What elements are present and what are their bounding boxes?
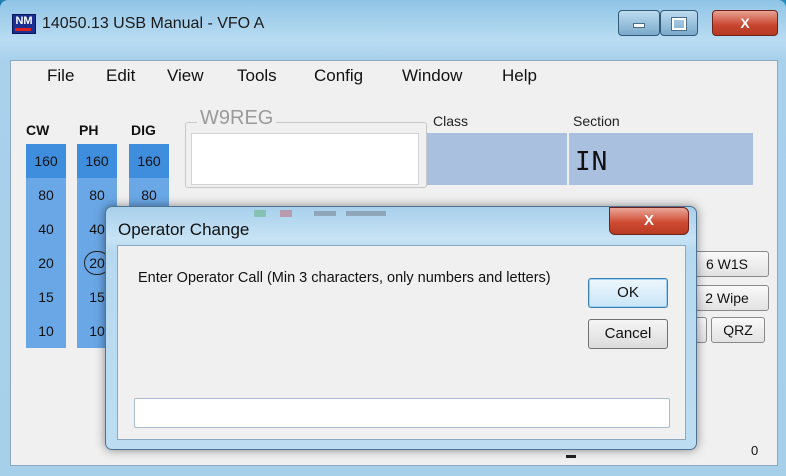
band-button-cw-160[interactable]: 160 [26, 144, 66, 178]
dialog-title: Operator Change [118, 220, 250, 239]
app-icon-text: NM [15, 15, 33, 27]
class-label: Class [433, 113, 469, 129]
band-header-dig: DIG [131, 122, 156, 138]
menu-edit[interactable]: Edit [106, 66, 135, 86]
class-input[interactable] [427, 133, 567, 185]
macro-button-w1s[interactable]: 6 W1S [685, 251, 769, 277]
menu-bar: File Edit View Tools Config Window Help [11, 61, 777, 91]
call-input[interactable] [191, 133, 419, 185]
app-icon-stripe [15, 28, 31, 31]
ok-button[interactable]: OK [588, 278, 668, 308]
menu-file[interactable]: File [47, 66, 74, 86]
band-header-cw: CW [26, 122, 50, 138]
minimize-button[interactable] [618, 10, 660, 36]
menu-window[interactable]: Window [402, 66, 462, 86]
close-icon: X [643, 212, 654, 229]
menu-config[interactable]: Config [314, 66, 363, 86]
close-button[interactable]: X [712, 10, 778, 36]
band-header-ph: PH [79, 122, 99, 138]
maximize-icon [671, 17, 687, 31]
cancel-button[interactable]: Cancel [588, 319, 668, 349]
band-button-cw-15[interactable]: 15 [26, 280, 66, 314]
close-icon: X [740, 15, 750, 31]
dialog-close-button[interactable]: X [609, 207, 689, 235]
band-column-dig: 160 80 [129, 144, 169, 212]
band-button-ph-160[interactable]: 160 [77, 144, 117, 178]
menu-help[interactable]: Help [502, 66, 537, 86]
section-value: IN [575, 147, 609, 177]
operator-change-dialog: Operator Change X Enter Operator Call (M… [105, 206, 697, 450]
app-icon[interactable]: NM [12, 14, 36, 34]
dialog-message: Enter Operator Call (Min 3 characters, o… [138, 270, 551, 286]
macro-button-wipe[interactable]: 2 Wipe [685, 285, 769, 311]
dialog-body: Enter Operator Call (Min 3 characters, o… [117, 245, 686, 440]
band-button-cw-10[interactable]: 10 [26, 314, 66, 348]
menu-view[interactable]: View [167, 66, 204, 86]
band-button-cw-20[interactable]: 20 [26, 246, 66, 280]
band-button-cw-40[interactable]: 40 [26, 212, 66, 246]
band-button-dig-160[interactable]: 160 [129, 144, 169, 178]
band-column-cw: 160 80 40 20 15 10 [26, 144, 66, 348]
status-marker [566, 455, 576, 458]
minimize-icon [633, 23, 645, 28]
qrz-button[interactable]: QRZ [711, 317, 765, 343]
status-count: 0 [751, 443, 759, 458]
title-glass-reflection [254, 210, 386, 217]
title-bar[interactable]: NM 14050.13 USB Manual - VFO A X [0, 0, 786, 44]
maximize-button[interactable] [660, 10, 698, 36]
operator-call-input[interactable] [134, 398, 670, 428]
band-button-cw-80[interactable]: 80 [26, 178, 66, 212]
section-label: Section [573, 113, 620, 129]
call-group-label: W9REG [197, 107, 277, 130]
menu-tools[interactable]: Tools [237, 66, 277, 86]
window-title: 14050.13 USB Manual - VFO A [42, 15, 265, 32]
